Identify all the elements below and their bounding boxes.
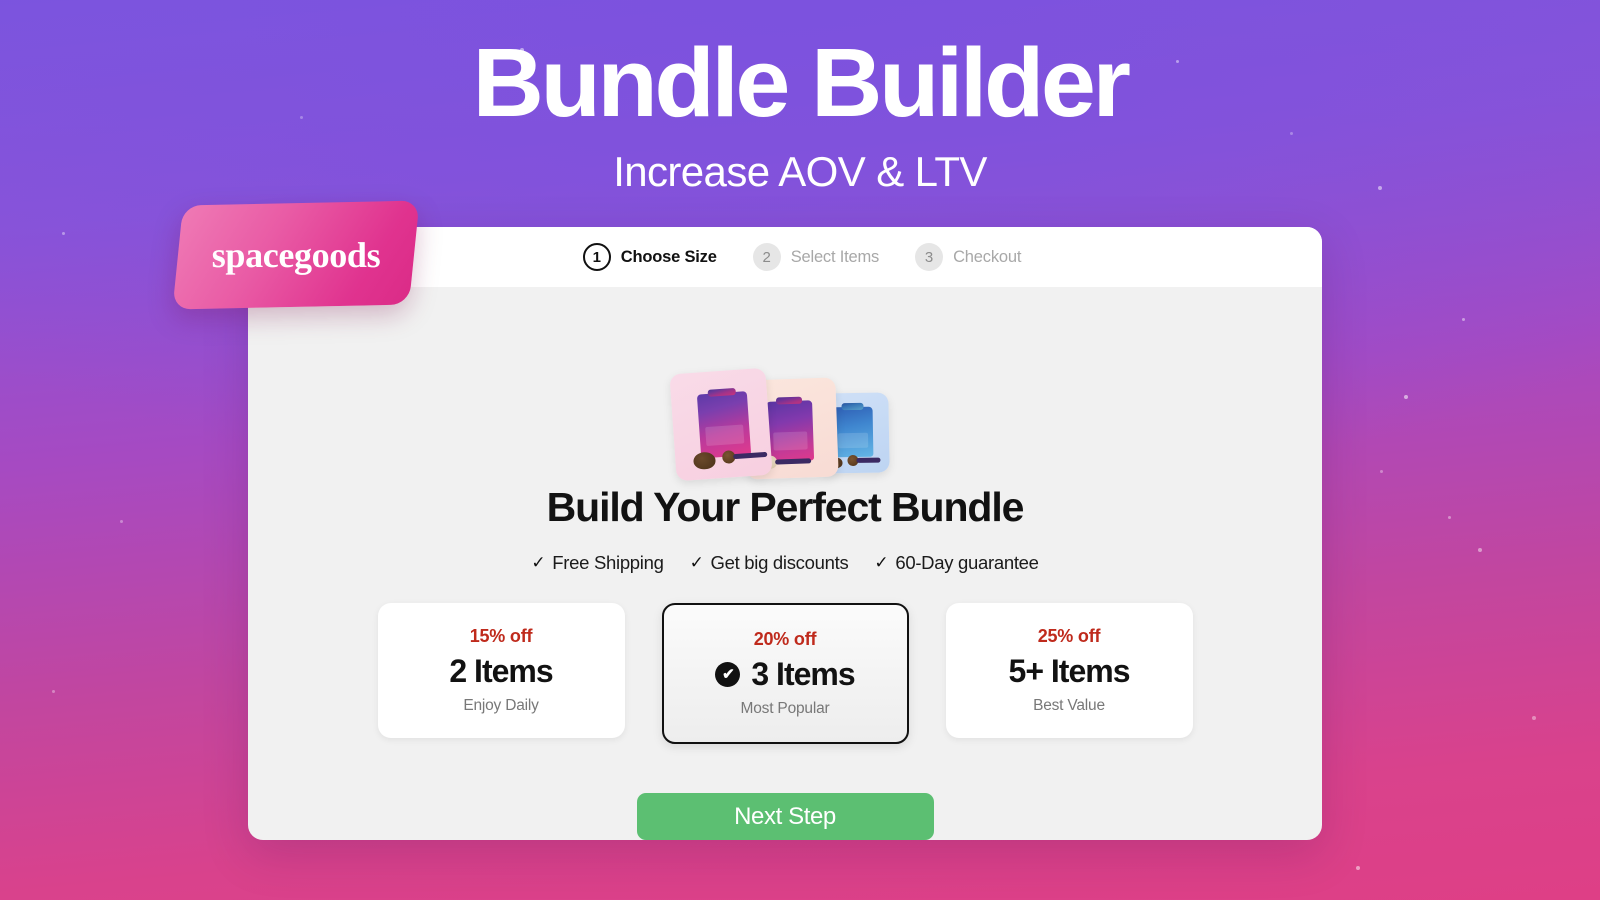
step-number-2: 2 <box>752 243 781 271</box>
step-number-1: 1 <box>582 243 611 271</box>
option-subtitle-1: Enjoy Daily <box>463 697 539 715</box>
option-subtitle-2: Most Popular <box>740 700 830 718</box>
product-photo-pink <box>669 367 773 482</box>
pouch-pink-icon <box>696 391 752 459</box>
step-label-1: Choose Size <box>620 247 717 266</box>
perk-guarantee: ✓ 60-Day guarantee <box>874 552 1039 574</box>
option-subtitle-3: Best Value <box>1033 697 1105 715</box>
hero-block: Bundle Builder Increase AOV & LTV <box>0 28 1600 195</box>
check-icon: ✓ <box>531 553 546 573</box>
option-5-plus-items[interactable]: 25% off 5+ Items Best Value <box>945 603 1193 739</box>
bundle-builder-panel: 1 Choose Size 2 Select Items 3 Checkout <box>248 227 1322 840</box>
check-icon: ✓ <box>689 553 704 573</box>
step-number-3: 3 <box>915 243 944 271</box>
brand-logo-tag: spacegoods <box>172 200 420 310</box>
perk-free-shipping: ✓ Free Shipping <box>531 552 664 574</box>
step-checkout[interactable]: 3 Checkout <box>915 243 1021 271</box>
option-discount-2: 20% off <box>753 629 817 650</box>
brand-logo-text: spacegoods <box>211 235 381 275</box>
check-icon: ✓ <box>874 553 889 573</box>
option-3-items[interactable]: 20% off ✔ 3 Items Most Popular <box>661 603 909 745</box>
perks-row: ✓ Free Shipping ✓ Get big discounts ✓ 60… <box>531 552 1039 574</box>
section-heading: Build Your Perfect Bundle <box>546 484 1025 531</box>
selected-check-icon: ✔ <box>715 662 741 688</box>
option-title-text-1: 2 Items <box>449 653 553 690</box>
option-title-2: ✔ 3 Items <box>715 656 856 693</box>
step-label-3: Checkout <box>953 247 1022 266</box>
perk-label-2: Get big discounts <box>710 552 849 574</box>
page-title: Bundle Builder <box>472 28 1131 137</box>
next-step-button[interactable]: Next Step <box>636 793 934 840</box>
option-title-3: 5+ Items <box>1008 653 1131 690</box>
step-choose-size[interactable]: 1 Choose Size <box>582 243 717 271</box>
page-background: Bundle Builder Increase AOV & LTV 1 Choo… <box>0 0 1600 900</box>
option-title-text-3: 5+ Items <box>1008 653 1131 690</box>
pouch-blue-icon <box>832 406 874 458</box>
option-discount-1: 15% off <box>469 626 533 647</box>
option-2-items[interactable]: 15% off 2 Items Enjoy Daily <box>377 603 625 739</box>
pouch-purple-icon <box>766 400 815 462</box>
perk-label-3: 60-Day guarantee <box>895 552 1039 574</box>
panel-body: Build Your Perfect Bundle ✓ Free Shippin… <box>248 287 1322 840</box>
option-title-1: 2 Items <box>449 653 553 690</box>
option-title-text-2: 3 Items <box>751 656 855 693</box>
option-discount-3: 25% off <box>1037 626 1101 647</box>
step-label-2: Select Items <box>790 247 880 266</box>
step-select-items[interactable]: 2 Select Items <box>752 243 880 271</box>
perk-discounts: ✓ Get big discounts <box>690 552 849 574</box>
product-image-stack <box>669 367 903 482</box>
bundle-size-options: 15% off 2 Items Enjoy Daily 20% off ✔ 3 … <box>377 603 1193 745</box>
perk-label-1: Free Shipping <box>552 552 664 574</box>
stepper: 1 Choose Size 2 Select Items 3 Checkout <box>582 243 1021 271</box>
page-subtitle: Increase AOV & LTV <box>613 147 987 195</box>
